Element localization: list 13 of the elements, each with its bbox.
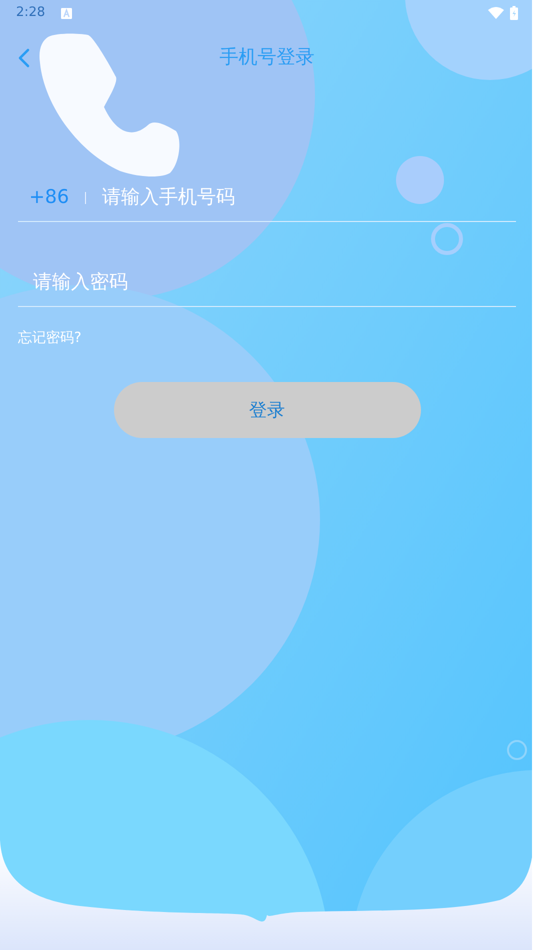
- small-bubble: [396, 156, 444, 204]
- page-title: 手机号登录: [220, 44, 314, 70]
- password-input[interactable]: 请输入密码: [33, 268, 516, 297]
- back-icon: [18, 48, 30, 68]
- ring-decoration: [431, 223, 463, 255]
- battery-icon: [510, 6, 518, 20]
- forgot-password-link[interactable]: 忘记密码?: [18, 328, 82, 349]
- wifi-icon: [488, 7, 504, 19]
- ring-decoration: [507, 740, 527, 760]
- notification-icon: [61, 8, 72, 18]
- phone-input[interactable]: 请输入手机号码: [102, 183, 516, 212]
- country-code[interactable]: +86: [29, 183, 70, 212]
- status-time: 2:28: [16, 4, 46, 22]
